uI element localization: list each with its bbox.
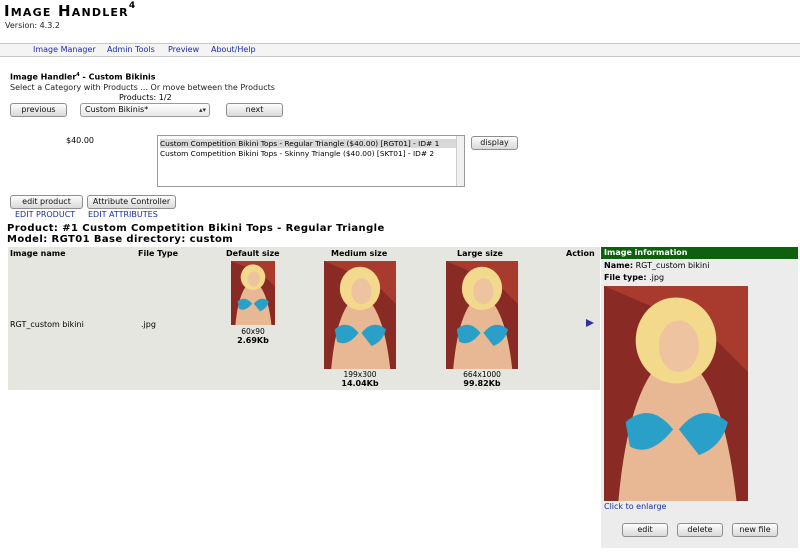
product-option[interactable]: Custom Competition Bikini Tops - Regular… xyxy=(160,139,462,148)
top-nav: Image Manager Admin Tools Preview About/… xyxy=(0,43,800,57)
large-filesize: 99.82Kb xyxy=(463,379,501,388)
default-filesize: 2.69Kb xyxy=(237,336,269,345)
action-arrow-icon[interactable] xyxy=(586,319,594,327)
preview-image[interactable] xyxy=(604,286,748,501)
page-subtitle: Select a Category with Products ... Or m… xyxy=(10,83,275,92)
model-heading: Model: RGT01 Base directory: custom xyxy=(7,234,234,245)
row-file-type: .jpg xyxy=(141,320,156,329)
col-medium-size: Medium size xyxy=(331,249,388,258)
nav-image-manager[interactable]: Image Manager xyxy=(33,45,96,54)
product-option[interactable]: Custom Competition Bikini Tops - Skinny … xyxy=(160,149,434,158)
display-button[interactable]: display xyxy=(471,136,518,150)
click-to-enlarge-link[interactable]: Click to enlarge xyxy=(604,502,666,511)
default-size-image[interactable] xyxy=(231,261,275,325)
page-title: Image Handler4 - Custom Bikinis xyxy=(10,72,156,82)
app-version: Version: 4.3.2 xyxy=(5,21,61,30)
image-info-panel: Image information Name: RGT_custom bikin… xyxy=(601,247,798,548)
nav-admin-tools[interactable]: Admin Tools xyxy=(107,45,155,54)
category-select[interactable]: Custom Bikinis* ▴▾ xyxy=(80,103,210,117)
edit-attributes-link[interactable]: EDIT ATTRIBUTES xyxy=(88,210,158,219)
products-count: Products: 1/2 xyxy=(119,93,172,102)
nav-about-help[interactable]: About/Help xyxy=(211,45,256,54)
edit-image-button[interactable]: edit xyxy=(622,523,668,537)
image-table: Image name File Type Default size Medium… xyxy=(8,247,600,390)
delete-image-button[interactable]: delete xyxy=(677,523,723,537)
nav-preview[interactable]: Preview xyxy=(168,45,199,54)
medium-filesize: 14.04Kb xyxy=(341,379,379,388)
edit-product-button[interactable]: edit product xyxy=(10,195,83,209)
col-default-size: Default size xyxy=(226,249,280,258)
col-large-size: Large size xyxy=(457,249,503,258)
large-dimensions: 664x1000 xyxy=(463,370,501,379)
col-action: Action xyxy=(566,249,595,258)
info-name: Name: RGT_custom bikini xyxy=(604,261,710,270)
attribute-controller-button[interactable]: Attribute Controller xyxy=(87,195,176,209)
medium-size-image[interactable] xyxy=(324,261,396,369)
medium-dimensions: 199x300 xyxy=(343,370,377,379)
col-image-name: Image name xyxy=(10,249,66,258)
listbox-scrollbar[interactable] xyxy=(456,136,464,186)
app-logo: Image Handler4 xyxy=(4,1,137,20)
edit-product-link[interactable]: EDIT PRODUCT xyxy=(15,210,75,219)
next-button[interactable]: next xyxy=(226,103,283,117)
col-file-type: File Type xyxy=(138,249,179,258)
previous-button[interactable]: previous xyxy=(10,103,67,117)
category-select-value: Custom Bikinis* xyxy=(85,105,149,114)
info-file-type: File type: .jpg xyxy=(604,273,665,282)
default-dimensions: 60x90 xyxy=(241,327,265,336)
product-heading: Product: #1 Custom Competition Bikini To… xyxy=(7,223,385,234)
product-price: $40.00 xyxy=(66,136,94,145)
product-listbox[interactable]: Custom Competition Bikini Tops - Regular… xyxy=(157,135,465,187)
large-size-image[interactable] xyxy=(446,261,518,369)
new-file-button[interactable]: new file xyxy=(732,523,778,537)
select-arrows-icon: ▴▾ xyxy=(198,106,206,114)
row-image-name: RGT_custom bikini xyxy=(10,320,84,329)
image-info-heading: Image information xyxy=(601,247,798,259)
